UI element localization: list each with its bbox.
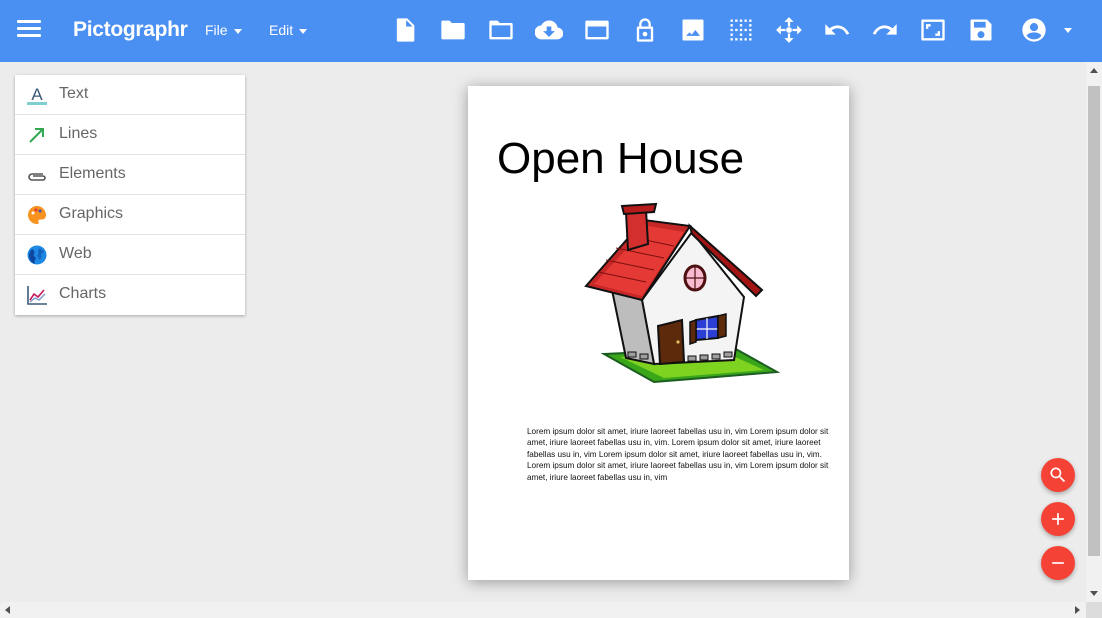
cloud-download-icon: [535, 20, 563, 40]
app-name: Pictographr: [73, 18, 188, 41]
grid-button[interactable]: [724, 13, 758, 47]
sidebar-item-label: Lines: [59, 125, 98, 142]
hamburger-menu-icon[interactable]: [17, 20, 41, 38]
redo-button[interactable]: [868, 13, 902, 47]
folder-icon: [489, 20, 513, 40]
window-icon: [585, 20, 609, 40]
chevron-down-icon: [299, 28, 308, 34]
save-icon: [970, 19, 992, 41]
vertical-scrollbar[interactable]: [1086, 62, 1102, 602]
document-body-text[interactable]: Lorem ipsum dolor sit amet, iriure laore…: [527, 426, 837, 483]
sidebar-item-label: Graphics: [59, 205, 124, 222]
paperclip-icon: [28, 173, 46, 181]
vertical-scrollbar-thumb[interactable]: [1088, 86, 1100, 556]
globe-icon: [27, 245, 47, 265]
open-folder-button[interactable]: [436, 13, 470, 47]
zoom-out-button[interactable]: [1041, 546, 1075, 580]
file-menu[interactable]: File: [205, 22, 242, 38]
sidebar-item-label: Text: [59, 85, 89, 102]
grid-icon: [730, 19, 752, 41]
lock-open-icon: [636, 18, 654, 42]
scroll-right-arrow-icon[interactable]: [1075, 606, 1080, 614]
sidebar-item-charts[interactable]: Charts: [15, 275, 245, 315]
edit-menu-label: Edit: [269, 22, 294, 38]
app-toolbar: Pictographr File Edit: [0, 0, 1102, 62]
line-chart-icon: [27, 286, 47, 305]
image-icon: [682, 19, 704, 41]
undo-icon: [825, 24, 850, 35]
element-panel: A Text Lines Elements Graphics Web Chart…: [15, 75, 245, 315]
account-icon: [1022, 18, 1046, 42]
zoom-search-button[interactable]: [1041, 458, 1075, 492]
folder-button[interactable]: [484, 13, 518, 47]
fit-screen-icon: [921, 19, 945, 41]
horizontal-scrollbar[interactable]: [0, 602, 1086, 618]
account-button[interactable]: [1017, 13, 1051, 47]
house-clipart-image[interactable]: [584, 202, 780, 392]
undo-button[interactable]: [820, 13, 854, 47]
move-icon: [776, 17, 802, 43]
minus-icon: [1052, 562, 1064, 564]
edit-menu[interactable]: Edit: [269, 22, 308, 38]
sidebar-item-label: Elements: [59, 165, 126, 182]
svg-text:A: A: [31, 85, 43, 104]
sidebar-item-elements[interactable]: Elements: [15, 155, 245, 195]
sidebar-item-label: Charts: [59, 285, 107, 302]
new-document-button[interactable]: [388, 13, 422, 47]
sidebar-item-text[interactable]: A Text: [15, 75, 245, 115]
cloud-download-button[interactable]: [532, 13, 566, 47]
sidebar-item-lines[interactable]: Lines: [15, 115, 245, 155]
open-folder-icon: [441, 20, 465, 40]
scroll-left-arrow-icon[interactable]: [5, 606, 10, 614]
redo-icon: [872, 24, 897, 35]
palette-icon: [28, 206, 46, 224]
sidebar-item-web[interactable]: Web: [15, 235, 245, 275]
scroll-down-arrow-icon[interactable]: [1090, 591, 1098, 596]
search-icon: [1050, 467, 1066, 483]
zoom-in-button[interactable]: [1041, 502, 1075, 536]
text-icon: A: [27, 85, 47, 105]
sidebar-item-graphics[interactable]: Graphics: [15, 195, 245, 235]
document-title[interactable]: Open House: [497, 134, 744, 184]
file-menu-label: File: [205, 22, 228, 38]
new-document-icon: [396, 18, 415, 42]
fit-screen-button[interactable]: [916, 13, 950, 47]
image-button[interactable]: [676, 13, 710, 47]
account-menu-chevron-icon[interactable]: [1064, 28, 1072, 33]
lock-open-button[interactable]: [628, 13, 662, 47]
scrollbar-corner: [1086, 602, 1102, 618]
document-page[interactable]: Open House Lorem ipsum dolor sit amet, i…: [468, 86, 849, 580]
save-button[interactable]: [964, 13, 998, 47]
sidebar-item-label: Web: [59, 245, 92, 262]
chevron-down-icon: [233, 28, 242, 34]
scroll-up-arrow-icon[interactable]: [1090, 68, 1098, 73]
move-button[interactable]: [772, 13, 806, 47]
window-button[interactable]: [580, 13, 614, 47]
arrow-line-icon: [29, 128, 44, 143]
plus-icon: [1052, 513, 1064, 525]
